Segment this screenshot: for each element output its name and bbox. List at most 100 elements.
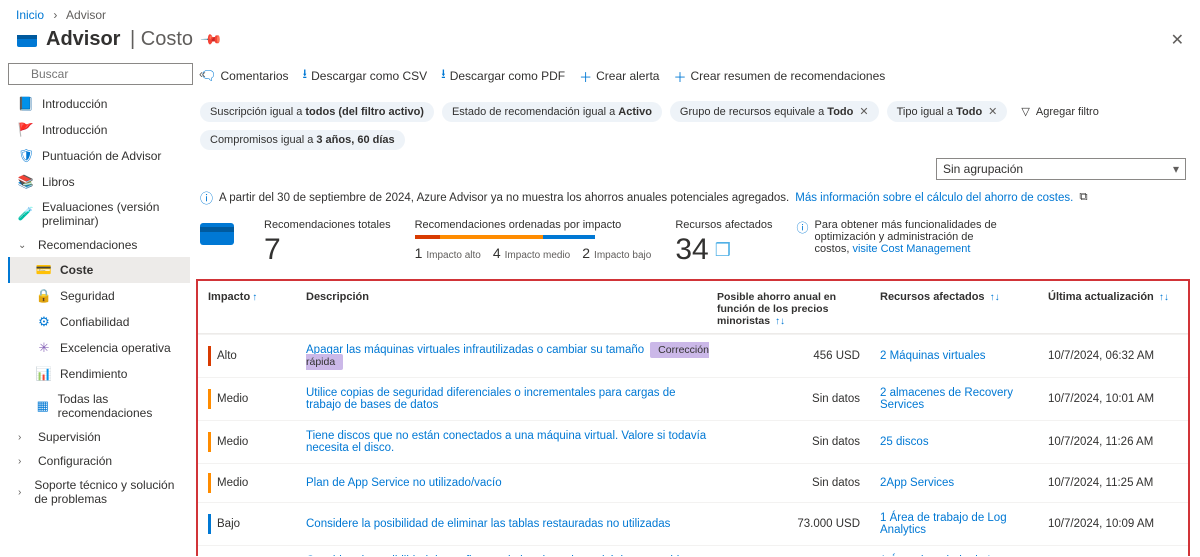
download-pdf-button[interactable]: ⭳Descargar como PDF (441, 65, 565, 87)
sidebar-item[interactable]: ✳Excelencia operativa (8, 335, 190, 361)
cost-card-icon (200, 219, 234, 249)
cost-icon: 💳 (36, 262, 52, 278)
resources-link[interactable]: 1 Área de trabajo de Log Analytics (880, 512, 1007, 536)
col-save[interactable]: Posible ahorro anual en función de los p… (717, 291, 872, 327)
resources-link[interactable]: 2 almacenes de Recovery Services (880, 387, 1013, 411)
comentarios-button[interactable]: 🗨Comentarios (200, 65, 289, 87)
filter-tipo[interactable]: Tipo igual a Todo✕ (887, 101, 1008, 122)
filter-compromisos[interactable]: Compromisos igual a 3 años, 60 días (200, 130, 405, 150)
total-recs-label: Recomendaciones totales (264, 219, 391, 231)
col-impact[interactable]: Impacto↑ (208, 291, 298, 327)
col-res[interactable]: Recursos afectados ↑↓ (880, 291, 1040, 327)
sidebar-item[interactable]: ⚙ Confiabilidad (8, 309, 190, 335)
page-title: Advisor (46, 28, 120, 51)
save-cell: Sin datos (717, 436, 872, 448)
crear-resumen-button[interactable]: ＋Crear resumen de recomendaciones (673, 65, 885, 87)
sort-icon: ↑↓ (1159, 292, 1169, 303)
total-recs-value: 7 (264, 233, 391, 267)
books-icon: 📚 (18, 174, 34, 190)
impact-stripe (208, 346, 211, 366)
upd-cell: 10/7/2024, 10:01 AM (1048, 393, 1178, 405)
sidebar-item[interactable]: 📘Introducción (8, 91, 190, 117)
sidebar-item[interactable]: 📚Libros (8, 169, 190, 195)
sidebar-group-label: Soporte técnico y solución de problemas (34, 478, 184, 506)
impact-cell: Medio (208, 473, 298, 493)
filter-grupo[interactable]: Grupo de recursos equivale a Todo✕ (670, 101, 879, 122)
save-cell: 456 USD (717, 350, 872, 362)
filter-estado[interactable]: Estado de recomendación igual a Activo (442, 102, 662, 122)
sidebar-item[interactable]: ▦Todas las recomendaciones (8, 387, 190, 425)
recommendation-link[interactable]: Apagar las máquinas virtuales infrautili… (306, 344, 644, 356)
desc-cell: Apagar las máquinas virtuales infrautili… (306, 344, 709, 368)
cost-management-link[interactable]: visite Cost Management (852, 243, 970, 255)
recommendation-link[interactable]: Tiene discos que no están conectados a u… (306, 430, 706, 454)
impact-low-count: 2 (582, 245, 590, 261)
breadcrumb-home[interactable]: Inicio (16, 8, 44, 22)
table-row[interactable]: Bajo Considere la posibilidad de elimina… (198, 502, 1188, 545)
filter-suscripcion[interactable]: Suscripción igual a todos (del filtro ac… (200, 102, 434, 122)
recommendation-link[interactable]: Plan de App Service no utilizado/vacío (306, 477, 502, 489)
download-icon: ⭳ (303, 65, 308, 87)
recommendation-link[interactable]: Considere la posibilidad de configurar e… (306, 555, 707, 556)
resources-link[interactable]: 1 Área de trabajo de Log Analytics (880, 555, 1007, 556)
resources-link[interactable]: 2 Máquinas virtuales (880, 350, 985, 362)
filter-row: Suscripción igual a todos (del filtro ac… (196, 97, 1190, 126)
sort-icon: ↑↓ (775, 316, 785, 327)
remove-filter-icon[interactable]: ✕ (988, 105, 997, 118)
sidebar-item-label: Todas las recomendaciones (58, 392, 184, 420)
impact-cell: Medio (208, 432, 298, 452)
sidebar-item[interactable]: 💳 Coste (8, 257, 190, 283)
download-csv-button[interactable]: ⭳Descargar como CSV (303, 65, 428, 87)
impact-cell: Alto (208, 346, 298, 366)
reliab-icon: ⚙ (36, 314, 52, 330)
plus-icon: ＋ (673, 67, 686, 86)
book-icon: 📘 (18, 96, 34, 112)
remove-filter-icon[interactable]: ✕ (859, 105, 868, 118)
resources-link[interactable]: 2App Services (880, 477, 954, 489)
pin-icon[interactable]: 📌 (200, 27, 224, 51)
recommendation-link[interactable]: Utilice copias de seguridad diferenciale… (306, 387, 675, 411)
sidebar-group[interactable]: ›Supervisión (8, 425, 190, 449)
col-upd[interactable]: Última actualización ↑↓ (1048, 291, 1178, 327)
search-input[interactable] (8, 63, 193, 85)
sort-icon: ↑ (252, 292, 257, 303)
sidebar-item[interactable]: 🧪Evaluaciones (versión preliminar) (8, 195, 190, 233)
sidebar-item[interactable]: 🔒Seguridad (8, 283, 190, 309)
sidebar-item-label: Coste (60, 263, 93, 277)
banner-link[interactable]: Más información sobre el cálculo del aho… (795, 192, 1073, 204)
sidebar-item-label: Evaluaciones (versión preliminar) (42, 200, 184, 228)
table-row[interactable]: Medio Tiene discos que no están conectad… (198, 420, 1188, 463)
sidebar-group[interactable]: ›Soporte técnico y solución de problemas (8, 473, 190, 511)
info-banner: ⓘ A partir del 30 de septiembre de 2024,… (196, 186, 1190, 217)
upd-cell: 10/7/2024, 06:32 AM (1048, 350, 1178, 362)
recommendation-link[interactable]: Considere la posibilidad de eliminar las… (306, 518, 670, 530)
table-row[interactable]: Alto Apagar las máquinas virtuales infra… (198, 334, 1188, 377)
page-subtitle: | Costo (124, 28, 193, 51)
add-filter-button[interactable]: ▽Agregar filtro (1015, 101, 1104, 122)
res-cell: 2App Services (880, 477, 1040, 489)
crear-alerta-button[interactable]: ＋Crear alerta (579, 65, 659, 87)
collapse-sidebar-icon[interactable]: « (199, 67, 206, 81)
sidebar-group-label: Recomendaciones (38, 238, 137, 252)
sidebar-item[interactable]: 🛡Puntuación de Advisor (8, 143, 190, 169)
sidebar-item[interactable]: 🚩Introducción (8, 117, 190, 143)
recommendations-table: Impacto↑ Descripción Posible ahorro anua… (196, 279, 1190, 556)
sidebar-group-recomendaciones[interactable]: ⌄ Recomendaciones (8, 233, 190, 257)
grouping-select[interactable]: Sin agrupación (936, 158, 1186, 180)
sidebar-group[interactable]: ›Configuración (8, 449, 190, 473)
sidebar-item[interactable]: 📊Rendimiento (8, 361, 190, 387)
table-row[interactable]: Medio Utilice copias de seguridad difere… (198, 377, 1188, 420)
sidebar-item-label: Confiabilidad (60, 315, 129, 329)
sort-icon: ↑↓ (990, 292, 1000, 303)
chevron-right-icon: › (53, 8, 57, 22)
resources-link[interactable]: 25 discos (880, 436, 929, 448)
impact-stripe (208, 389, 211, 409)
table-row[interactable]: Medio Plan de App Service no utilizado/v… (198, 463, 1188, 502)
impact-med-count: 4 (493, 245, 501, 261)
close-icon[interactable]: ✕ (1171, 30, 1184, 50)
table-row[interactable]: Bajo Considere la posibilidad de configu… (198, 545, 1188, 556)
impact-stripe (208, 432, 211, 452)
col-desc[interactable]: Descripción (306, 291, 709, 327)
filter-icon: ▽ (1021, 105, 1029, 118)
external-link-icon: ⧉ (1079, 191, 1087, 204)
